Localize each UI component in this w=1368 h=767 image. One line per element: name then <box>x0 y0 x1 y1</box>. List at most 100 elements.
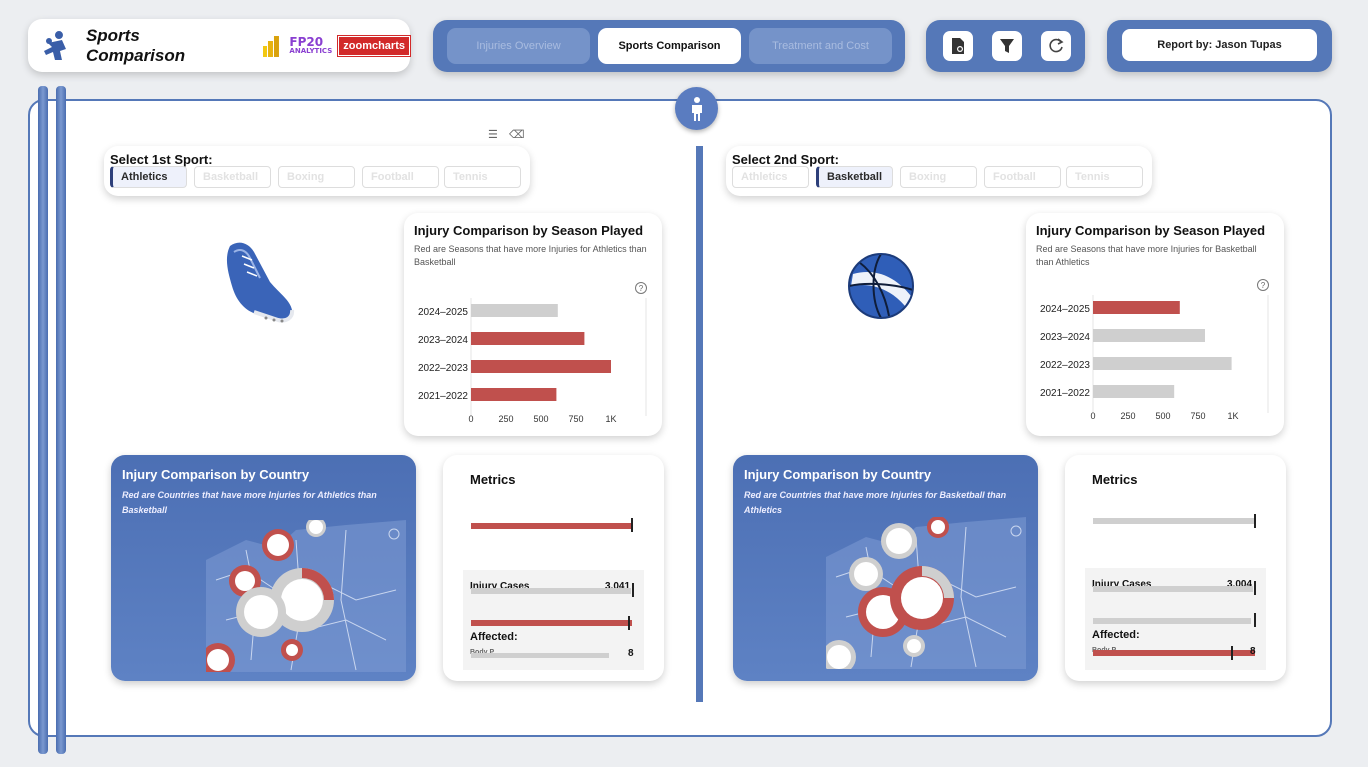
category-label: 2022–2023 <box>418 363 468 374</box>
tab-injuries-overview[interactable]: Injuries Overview <box>447 28 590 64</box>
report-button[interactable] <box>943 31 973 61</box>
x-tick-label: 250 <box>498 414 513 424</box>
category-label: 2021–2022 <box>418 391 468 402</box>
chart-title: Injury Comparison by Season Played <box>1036 223 1266 238</box>
tab-sports-comparison[interactable]: Sports Comparison <box>598 28 741 64</box>
brand-card: Sports Comparison FP20 ANALYTICS zoomcha… <box>28 19 411 72</box>
season-bar <box>471 360 611 373</box>
body-part-value: 8 <box>1250 646 1256 657</box>
country-bubble[interactable] <box>281 639 303 661</box>
category-label: 2023–2024 <box>418 335 468 346</box>
chip-basketball[interactable]: Basketball <box>816 166 893 188</box>
x-tick-label: 750 <box>568 414 583 424</box>
country-bubble[interactable] <box>927 517 949 538</box>
affected-label: Affected: <box>1092 629 1140 641</box>
athlete-logo-icon <box>43 30 66 60</box>
tab-treatment-and-cost[interactable]: Treatment and Cost <box>749 28 892 64</box>
athletics-shoe-image <box>226 242 295 323</box>
metric-target-marker <box>628 616 630 630</box>
metric-target-marker <box>631 518 633 532</box>
filter-lines-icon[interactable]: ☰ <box>488 129 498 141</box>
eraser-icon[interactable]: ⌫ <box>509 129 525 141</box>
metric-target-marker <box>1254 613 1256 627</box>
visual-header-icons: ☰ ⌫ <box>488 128 525 141</box>
season-bar-chart-1: 2024–2025 2023–2024 2022–2023 2021–2022 0 250… <box>418 298 647 424</box>
map-subtitle: Red are Countries that have more Injurie… <box>744 490 1007 515</box>
body-part-value: 8 <box>628 648 634 659</box>
x-tick-label: 500 <box>533 414 548 424</box>
metrics-card-2: Metrics Injury Cases 3,004 Affected: Bod… <box>1065 455 1286 681</box>
metrics-title: Metrics <box>1092 472 1138 487</box>
x-tick-label: 0 <box>1090 411 1095 421</box>
chip-football[interactable]: Football <box>984 166 1061 188</box>
season-bar <box>1093 357 1232 370</box>
chip-football[interactable]: Football <box>362 166 439 188</box>
x-tick-label: 1K <box>1227 411 1238 421</box>
country-bubble[interactable] <box>236 587 286 637</box>
country-bubble[interactable] <box>849 557 883 591</box>
chip-basketball[interactable]: Basketball <box>194 166 271 188</box>
toolbar <box>926 20 1085 72</box>
chip-athletics[interactable]: Athletics <box>732 166 809 188</box>
x-tick-label: 250 <box>1120 411 1135 421</box>
country-map-card-2: Injury Comparison by Country Red are Cou… <box>733 455 1038 681</box>
chip-athletics[interactable]: Athletics <box>110 166 187 188</box>
x-tick-label: 500 <box>1155 411 1170 421</box>
country-bubble[interactable] <box>262 529 294 561</box>
reset-button[interactable] <box>1041 31 1071 61</box>
country-bubble[interactable] <box>890 566 954 630</box>
metric-target-marker <box>1254 514 1256 528</box>
x-tick-label: 1K <box>605 414 616 424</box>
decor-rail-right <box>56 86 66 754</box>
page-title: Sports Comparison <box>85 25 186 65</box>
metric-bar <box>1093 586 1253 592</box>
metrics-card-1: Metrics Injury Cases 3,041 Affected: Bod… <box>443 455 664 681</box>
page-navigation: Injuries Overview Sports Comparison Trea… <box>433 20 905 72</box>
sport-selector-label: Select 1st Sport: <box>110 152 213 167</box>
fp20-logo: FP20 ANALYTICS <box>289 34 333 55</box>
panel-divider <box>696 146 703 702</box>
season-bar-chart-2: 2024–2025 2023–2024 2022–2023 2021–2022 0 250… <box>1040 295 1269 421</box>
reset-icon <box>1049 38 1064 53</box>
metrics-title: Metrics <box>470 472 516 487</box>
person-button[interactable] <box>675 87 718 130</box>
europe-map-2[interactable] <box>826 517 1026 669</box>
metric-bar <box>471 653 609 658</box>
map-title: Injury Comparison by Country <box>744 467 932 482</box>
country-map-card-1: Injury Comparison by Country Red are Cou… <box>111 455 416 681</box>
map-title: Injury Comparison by Country <box>122 467 310 482</box>
category-label: 2024–2025 <box>418 307 468 318</box>
chip-boxing[interactable]: Boxing <box>278 166 355 188</box>
filter-button[interactable] <box>992 31 1022 61</box>
help-icon[interactable]: ? <box>635 282 647 294</box>
chip-boxing[interactable]: Boxing <box>900 166 977 188</box>
country-bubble[interactable] <box>881 523 917 559</box>
filter-icon <box>1000 39 1014 53</box>
author-card: Report by: Jason Tupas <box>1107 20 1332 72</box>
x-tick-label: 0 <box>468 414 473 424</box>
season-bar <box>1093 385 1175 398</box>
chart-title: Injury Comparison by Season Played <box>414 223 644 238</box>
chart-subtitle: Red are Seasons that have more Injuries … <box>414 244 647 267</box>
sport-selector-label: Select 2nd Sport: <box>732 152 839 167</box>
decor-rail-left <box>38 86 48 754</box>
metric-target-marker <box>632 583 634 597</box>
sport-selector-2: Select 2nd Sport: Athletics Basketball B… <box>726 146 1152 196</box>
category-label: 2023–2024 <box>1040 332 1090 343</box>
category-label: 2022–2023 <box>1040 360 1090 371</box>
basketball-image <box>848 253 914 319</box>
metric-bar <box>471 523 632 529</box>
europe-map-1[interactable] <box>206 520 406 672</box>
season-chart-card-1: Injury Comparison by Season Played Red a… <box>404 213 662 436</box>
zoomcharts-logo: zoomcharts <box>337 34 411 57</box>
help-icon[interactable]: ? <box>1257 279 1269 291</box>
country-bubble[interactable] <box>903 635 925 657</box>
metric-bar <box>1093 518 1255 524</box>
season-bar <box>1093 329 1205 342</box>
chip-tennis[interactable]: Tennis <box>444 166 521 188</box>
chip-tennis[interactable]: Tennis <box>1066 166 1143 188</box>
metric-bar <box>1093 618 1251 624</box>
season-bar <box>471 332 585 345</box>
metric-target-marker <box>1254 581 1256 595</box>
author-label: Report by: Jason Tupas <box>1122 29 1317 61</box>
